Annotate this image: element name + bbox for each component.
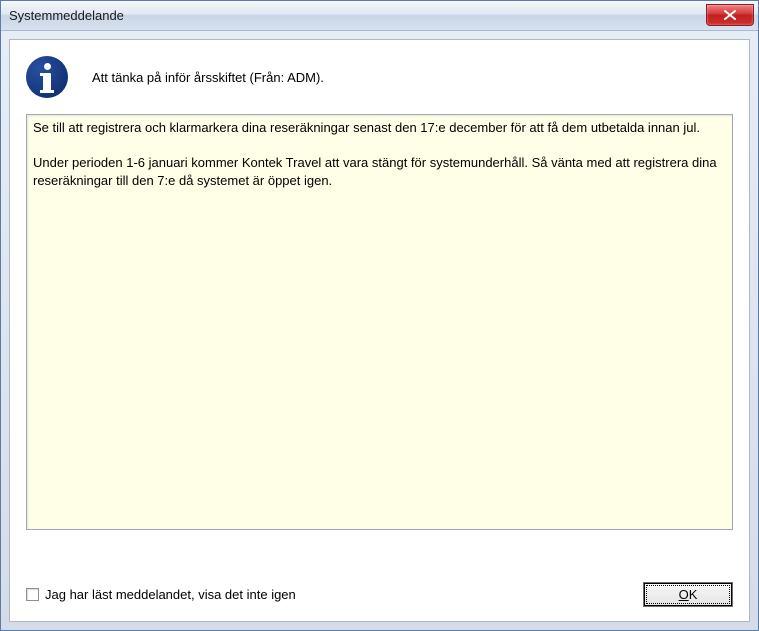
message-body[interactable]: Se till att registrera och klarmarkera d… [26,114,733,530]
dont-show-again-checkbox[interactable] [26,588,39,601]
close-button[interactable] [706,4,754,26]
dont-show-again-row[interactable]: Jag har läst meddelandet, visa det inte … [26,587,296,602]
ok-button[interactable]: OK [643,582,733,607]
dialog-window: Systemmeddelande Att tänka på inför årss… [0,0,759,631]
message-title: Att tänka på inför årsskiftet (Från: ADM… [92,70,324,85]
ok-button-rest: K [689,587,698,602]
close-icon [724,10,736,20]
client-area: Att tänka på inför årsskiftet (Från: ADM… [9,39,750,622]
titlebar: Systemmeddelande [1,1,758,31]
dialog-footer: Jag har läst meddelandet, visa det inte … [26,582,733,607]
ok-button-underline: O [679,587,689,602]
info-icon [26,56,68,98]
dont-show-again-label: Jag har läst meddelandet, visa det inte … [45,587,296,602]
message-header: Att tänka på inför årsskiftet (Från: ADM… [26,56,733,98]
window-title: Systemmeddelande [9,8,124,23]
